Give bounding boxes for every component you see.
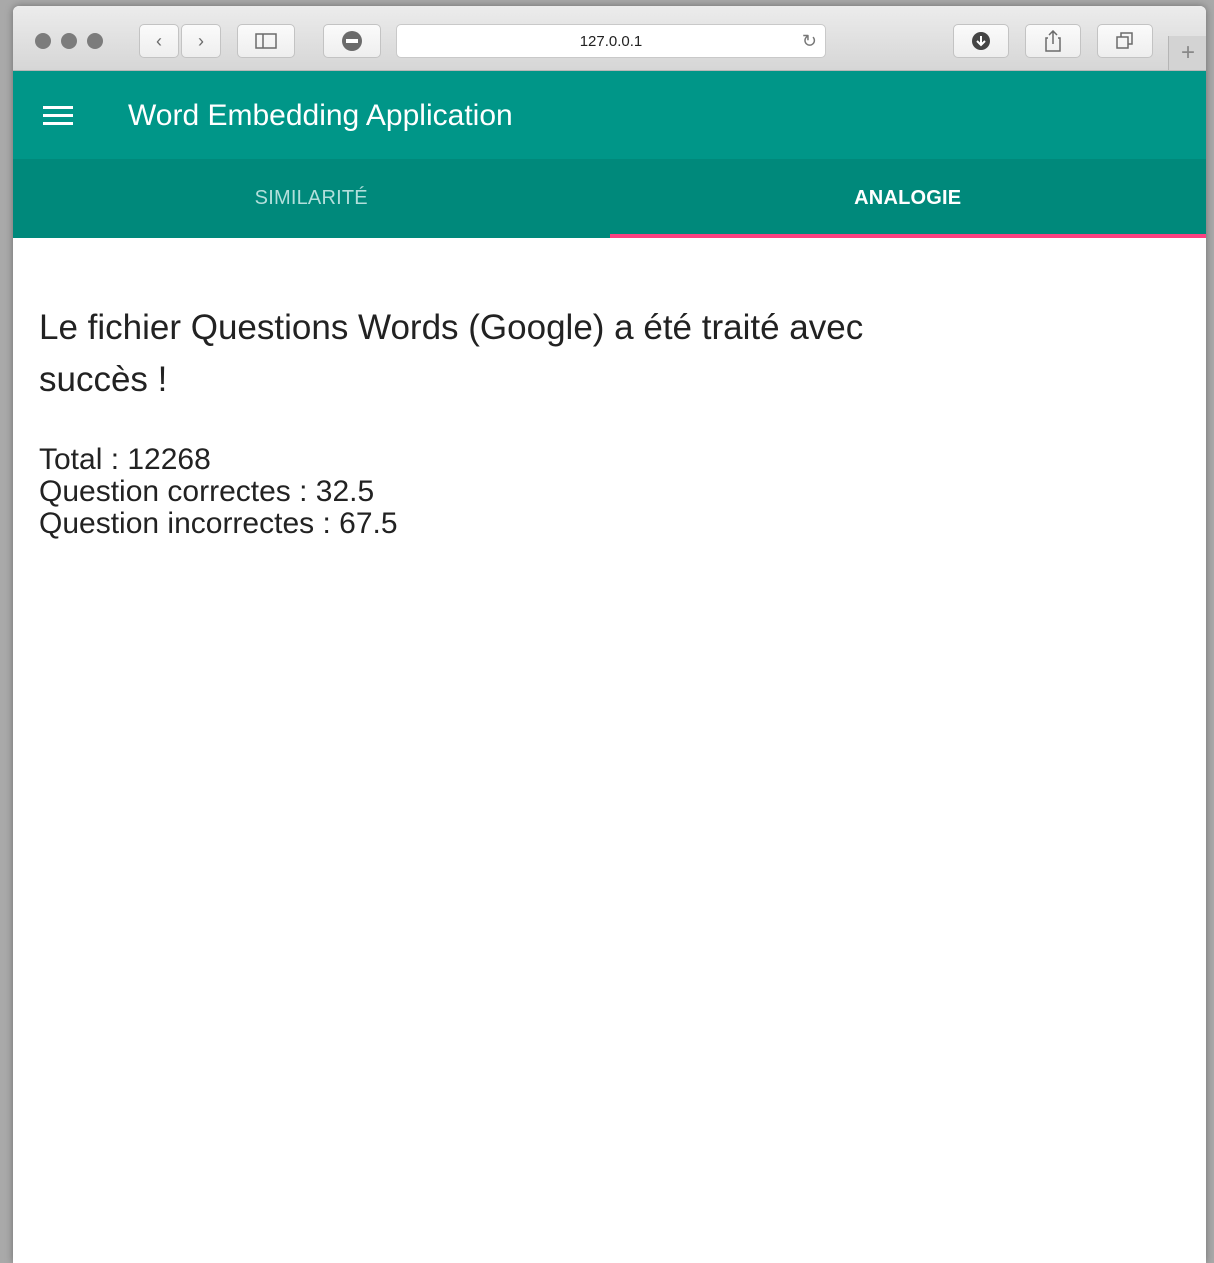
sidebar-button[interactable] bbox=[237, 24, 295, 58]
downloads-button[interactable] bbox=[953, 24, 1009, 58]
forward-button[interactable]: › bbox=[181, 24, 221, 58]
hamburger-menu-icon[interactable] bbox=[43, 106, 73, 128]
tabs-icon bbox=[1116, 32, 1133, 49]
tab-bar: SIMILARITÉ ANALOGIE bbox=[13, 159, 1206, 238]
reload-icon[interactable]: ↻ bbox=[802, 31, 817, 52]
back-button[interactable]: ‹ bbox=[139, 24, 179, 58]
tabs-overview-button[interactable] bbox=[1097, 24, 1153, 58]
share-icon bbox=[1045, 30, 1061, 52]
address-url: 127.0.0.1 bbox=[579, 33, 643, 50]
close-window-button[interactable] bbox=[35, 33, 51, 49]
chevron-left-icon: ‹ bbox=[156, 30, 162, 51]
total-count: Total : 12268 bbox=[39, 443, 211, 476]
sidebar-icon bbox=[255, 33, 277, 49]
address-bar[interactable]: 127.0.0.1 ↻ bbox=[396, 24, 826, 58]
minimize-window-button[interactable] bbox=[61, 33, 77, 49]
chevron-right-icon: › bbox=[198, 30, 204, 51]
incorrect-questions: Question incorrectes : 67.5 bbox=[39, 507, 398, 540]
tab-similarite[interactable]: SIMILARITÉ bbox=[13, 159, 610, 238]
share-button[interactable] bbox=[1025, 24, 1081, 58]
new-tab-button[interactable]: + bbox=[1168, 36, 1206, 70]
adblock-button[interactable] bbox=[323, 24, 381, 58]
tab-analogie[interactable]: ANALOGIE bbox=[609, 159, 1207, 238]
success-message: Le fichier Questions Words (Google) a ét… bbox=[39, 308, 864, 399]
download-icon bbox=[972, 32, 990, 50]
app-bar: Word Embedding Application bbox=[13, 71, 1206, 159]
browser-toolbar: ‹ › 127.0.0.1 ↻ + bbox=[13, 6, 1206, 71]
adblock-icon bbox=[342, 31, 362, 51]
plus-icon: + bbox=[1180, 39, 1195, 66]
correct-questions: Question correctes : 32.5 bbox=[39, 475, 375, 508]
app-title: Word Embedding Application bbox=[128, 99, 513, 132]
zoom-window-button[interactable] bbox=[87, 33, 103, 49]
browser-window: ‹ › 127.0.0.1 ↻ + Word Embedding Applica… bbox=[13, 6, 1206, 1263]
analogy-result: Le fichier Questions Words (Google) a ét… bbox=[39, 302, 1179, 540]
